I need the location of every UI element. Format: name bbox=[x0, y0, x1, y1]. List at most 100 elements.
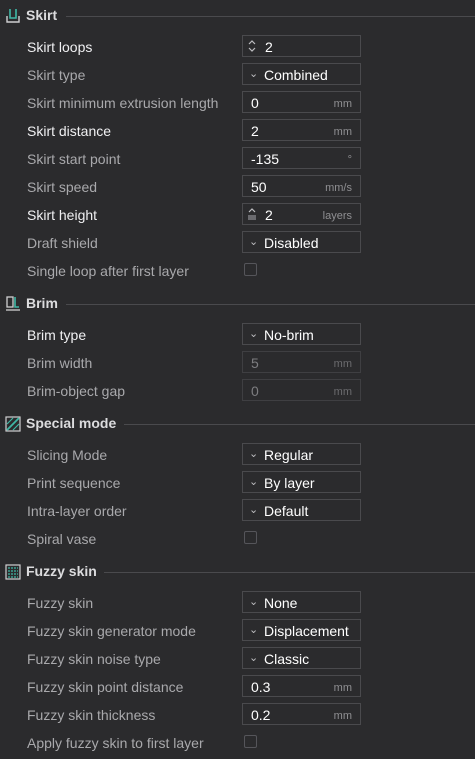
fuzzy-skin-label: Fuzzy skin bbox=[27, 595, 94, 611]
brim-type-row: Brim type ⌄ No-brim bbox=[0, 323, 475, 347]
intra-layer-order-value: Default bbox=[264, 503, 309, 519]
print-sequence-label: Print sequence bbox=[27, 475, 121, 491]
spin-arrows-icon[interactable] bbox=[247, 206, 257, 222]
intra-layer-order-row: Intra-layer order ⌄ Default bbox=[0, 499, 475, 523]
brim-object-gap-label: Brim-object gap bbox=[27, 383, 126, 399]
skirt-start-point-row: Skirt start point -135 ° bbox=[0, 147, 475, 171]
section-skirt-header: Skirt bbox=[0, 4, 475, 28]
section-brim-header: Brim bbox=[0, 292, 475, 316]
slicing-mode-row: Slicing Mode ⌄ Regular bbox=[0, 443, 475, 467]
fuzzy-skin-point-distance-label: Fuzzy skin point distance bbox=[27, 679, 184, 695]
unit-label: mm/s bbox=[325, 182, 352, 194]
fuzzy-skin-first-layer-label: Apply fuzzy skin to first layer bbox=[27, 735, 204, 751]
section-fuzzy-skin-header: Fuzzy skin bbox=[0, 560, 475, 584]
skirt-height-label: Skirt height bbox=[27, 207, 98, 223]
section-title: Skirt bbox=[26, 7, 58, 23]
special-mode-icon bbox=[5, 416, 21, 432]
skirt-start-point-input[interactable]: -135 ° bbox=[242, 147, 361, 169]
section-title: Fuzzy skin bbox=[26, 563, 97, 579]
divider bbox=[66, 304, 475, 305]
skirt-start-point-label: Skirt start point bbox=[27, 151, 121, 167]
unit-label: ° bbox=[347, 154, 352, 166]
fuzzy-skin-noise-value: Classic bbox=[264, 651, 310, 667]
fuzzy-skin-generator-select[interactable]: ⌄ Displacement bbox=[242, 619, 361, 641]
skirt-height-value: 2 bbox=[265, 207, 273, 223]
draft-shield-label: Draft shield bbox=[27, 235, 98, 251]
chevron-down-icon[interactable]: ⌄ bbox=[249, 623, 258, 636]
skirt-speed-value: 50 bbox=[251, 179, 267, 195]
unit-label: layers bbox=[322, 210, 352, 222]
skirt-min-extrusion-value: 0 bbox=[251, 95, 259, 111]
skirt-distance-row: Skirt distance 2 mm bbox=[0, 119, 475, 143]
spiral-vase-checkbox[interactable] bbox=[244, 531, 257, 544]
print-settings-panel: Skirt Skirt loops 2 Skirt type ⌄ Combine… bbox=[0, 0, 475, 759]
draft-shield-select[interactable]: ⌄ Disabled bbox=[242, 231, 361, 253]
brim-width-value: 5 bbox=[251, 355, 259, 371]
brim-object-gap-input[interactable]: 0 mm bbox=[242, 379, 361, 401]
fuzzy-skin-noise-label: Fuzzy skin noise type bbox=[27, 651, 161, 667]
skirt-loops-label: Skirt loops bbox=[27, 39, 93, 55]
single-loop-row: Single loop after first layer bbox=[0, 259, 475, 283]
chevron-down-icon[interactable]: ⌄ bbox=[249, 595, 258, 608]
brim-width-input[interactable]: 5 mm bbox=[242, 351, 361, 373]
fuzzy-skin-thickness-input[interactable]: 0.2 mm bbox=[242, 703, 361, 725]
divider bbox=[104, 572, 475, 573]
chevron-down-icon[interactable]: ⌄ bbox=[249, 447, 258, 460]
draft-shield-row: Draft shield ⌄ Disabled bbox=[0, 231, 475, 255]
skirt-type-select[interactable]: ⌄ Combined bbox=[242, 63, 361, 85]
brim-type-select[interactable]: ⌄ No-brim bbox=[242, 323, 361, 345]
chevron-down-icon[interactable]: ⌄ bbox=[249, 67, 258, 80]
fuzzy-skin-point-distance-row: Fuzzy skin point distance 0.3 mm bbox=[0, 675, 475, 699]
brim-icon bbox=[6, 296, 20, 311]
skirt-height-spinner[interactable]: 2 layers bbox=[242, 203, 361, 225]
skirt-height-row: Skirt height 2 layers bbox=[0, 203, 475, 227]
divider bbox=[124, 424, 475, 425]
spiral-vase-row: Spiral vase bbox=[0, 527, 475, 551]
skirt-loops-row: Skirt loops 2 bbox=[0, 35, 475, 59]
brim-object-gap-value: 0 bbox=[251, 383, 259, 399]
print-sequence-select[interactable]: ⌄ By layer bbox=[242, 471, 361, 493]
chevron-down-icon[interactable]: ⌄ bbox=[249, 235, 258, 248]
unit-label: mm bbox=[333, 710, 352, 722]
skirt-speed-input[interactable]: 50 mm/s bbox=[242, 175, 361, 197]
skirt-loops-value: 2 bbox=[265, 39, 273, 55]
skirt-speed-row: Skirt speed 50 mm/s bbox=[0, 175, 475, 199]
skirt-loops-spinner[interactable]: 2 bbox=[242, 35, 361, 57]
intra-layer-order-select[interactable]: ⌄ Default bbox=[242, 499, 361, 521]
fuzzy-skin-point-distance-input[interactable]: 0.3 mm bbox=[242, 675, 361, 697]
fuzzy-skin-point-distance-value: 0.3 bbox=[251, 679, 271, 695]
skirt-min-extrusion-input[interactable]: 0 mm bbox=[242, 91, 361, 113]
single-loop-checkbox[interactable] bbox=[244, 263, 257, 276]
fuzzy-skin-value: None bbox=[264, 595, 298, 611]
fuzzy-skin-thickness-row: Fuzzy skin thickness 0.2 mm bbox=[0, 703, 475, 727]
chevron-down-icon[interactable]: ⌄ bbox=[249, 327, 258, 340]
unit-label: mm bbox=[333, 386, 352, 398]
fuzzy-skin-generator-value: Displacement bbox=[264, 623, 349, 639]
brim-width-row: Brim width 5 mm bbox=[0, 351, 475, 375]
skirt-start-point-value: -135 bbox=[251, 151, 280, 167]
skirt-type-label: Skirt type bbox=[27, 67, 86, 83]
unit-label: mm bbox=[333, 682, 352, 694]
fuzzy-skin-generator-label: Fuzzy skin generator mode bbox=[27, 623, 196, 639]
intra-layer-order-label: Intra-layer order bbox=[27, 503, 127, 519]
chevron-down-icon[interactable]: ⌄ bbox=[249, 475, 258, 488]
draft-shield-value: Disabled bbox=[264, 235, 319, 251]
slicing-mode-label: Slicing Mode bbox=[27, 447, 108, 463]
skirt-icon bbox=[6, 9, 20, 23]
fuzzy-skin-select[interactable]: ⌄ None bbox=[242, 591, 361, 613]
slicing-mode-value: Regular bbox=[264, 447, 314, 463]
fuzzy-skin-thickness-label: Fuzzy skin thickness bbox=[27, 707, 156, 723]
spin-arrows-icon[interactable] bbox=[247, 38, 257, 54]
skirt-distance-label: Skirt distance bbox=[27, 123, 112, 139]
fuzzy-skin-generator-row: Fuzzy skin generator mode ⌄ Displacement bbox=[0, 619, 475, 643]
unit-label: mm bbox=[333, 126, 352, 138]
unit-label: mm bbox=[333, 98, 352, 110]
chevron-down-icon[interactable]: ⌄ bbox=[249, 503, 258, 516]
chevron-down-icon[interactable]: ⌄ bbox=[249, 651, 258, 664]
divider bbox=[66, 16, 475, 17]
slicing-mode-select[interactable]: ⌄ Regular bbox=[242, 443, 361, 465]
fuzzy-skin-first-layer-checkbox[interactable] bbox=[244, 735, 257, 748]
single-loop-label: Single loop after first layer bbox=[27, 263, 189, 279]
fuzzy-skin-noise-select[interactable]: ⌄ Classic bbox=[242, 647, 361, 669]
skirt-distance-input[interactable]: 2 mm bbox=[242, 119, 361, 141]
